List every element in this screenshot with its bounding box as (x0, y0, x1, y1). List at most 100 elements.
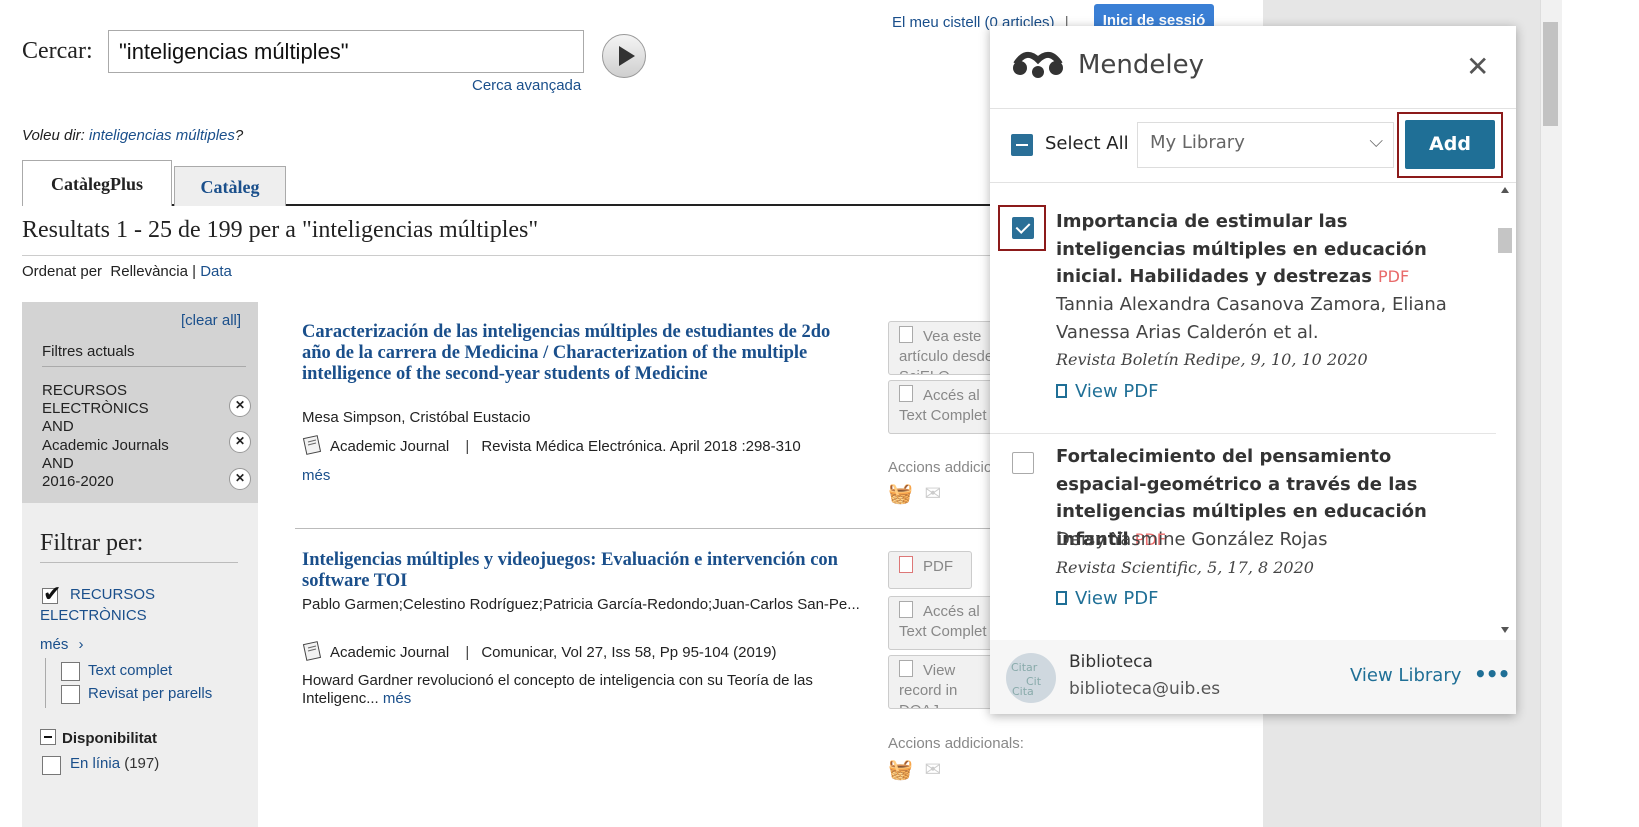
advanced-search-link[interactable]: Cerca avançada (472, 77, 581, 94)
add-button[interactable]: Add (1405, 120, 1495, 169)
result-source-separator: | (465, 438, 470, 455)
more-filters-label[interactable]: més (40, 636, 68, 653)
library-select[interactable]: My Library ⌵ (1137, 122, 1394, 168)
result-type: Academic Journal | Revista Médica Electró… (302, 435, 801, 455)
header-divider (990, 108, 1516, 109)
tab-underline (22, 204, 1022, 206)
result-type: Academic Journal | Comunicar, Vol 27, Iss… (302, 641, 777, 661)
result-more-link[interactable]: més (383, 690, 411, 707)
email-icon[interactable]: ✉ (924, 483, 941, 505)
tab-cataleg[interactable]: Catàleg (174, 166, 286, 206)
result-source-separator: | (465, 644, 470, 661)
pdf-label[interactable]: PDF (923, 558, 953, 575)
reference-authors: Tannia Alexandra Casanova Zamora, Eliana… (1056, 294, 1447, 343)
page-scrollbar-thumb[interactable] (1543, 22, 1558, 126)
close-icon[interactable]: ✕ (1466, 50, 1489, 83)
did-you-mean-prefix: Voleu dir: (22, 127, 85, 144)
sort-separator: | (192, 263, 197, 280)
pdf-file-icon (1056, 384, 1067, 398)
en-linia-label[interactable]: En línia (70, 755, 120, 772)
result-source: Revista Médica Electrónica. April 2018 :… (481, 438, 801, 455)
collapse-icon[interactable] (40, 729, 56, 745)
journal-icon (302, 435, 324, 455)
view-pdf-label[interactable]: View PDF (1075, 588, 1159, 609)
view-scielo-label[interactable]: Vea este artículo desde SciELO (899, 328, 993, 374)
search-input[interactable] (108, 30, 584, 73)
reference-list: Importancia de estimular las inteligenci… (990, 183, 1496, 637)
reference-divider (990, 433, 1496, 434)
filters-divider (42, 366, 246, 367)
mendeley-logo-icon (1013, 51, 1063, 78)
view-pdf-link[interactable]: View PDF (1056, 588, 1159, 609)
result-title-link[interactable]: Caracterización de las inteligencias múl… (302, 322, 862, 385)
search-go-button[interactable] (602, 34, 646, 78)
page-icon (899, 601, 913, 618)
result-abstract-text: Howard Gardner revolucionó el concepto d… (302, 672, 813, 707)
sort-current: Rellevància (110, 263, 188, 280)
view-library-link[interactable]: View Library (1350, 665, 1461, 686)
result-title-link[interactable]: Inteligencias múltiples y videojuegos: E… (302, 550, 862, 592)
remove-filter-icon[interactable]: ✕ (229, 468, 251, 490)
page-icon (899, 660, 913, 677)
text-complet-link[interactable]: Text complet (88, 662, 172, 679)
current-filters-title: Filtres actuals (42, 343, 135, 360)
result-more-link[interactable]: més (302, 467, 330, 484)
scroll-up-icon[interactable] (1501, 187, 1509, 193)
view-scielo-button[interactable]: Vea este artículo desde SciELO (888, 321, 998, 375)
remove-filter-icon[interactable]: ✕ (229, 431, 251, 453)
result-abstract: Howard Gardner revolucionó el concepto d… (302, 672, 862, 708)
user-email: biblioteca@uib.es (1069, 679, 1221, 699)
en-linia-count: (197) (124, 755, 160, 772)
did-you-mean-link[interactable]: inteligencias múltiples (89, 127, 235, 144)
avatar: Citar Cit Cita (1006, 653, 1056, 703)
text-complet-checkbox[interactable] (61, 662, 80, 681)
recursos-filter-link[interactable]: RECURSOS ELECTRÒNICS (40, 584, 180, 626)
result-divider (295, 528, 995, 529)
sort-label: Ordenat per (22, 263, 103, 280)
reference-checkbox[interactable] (1012, 452, 1034, 474)
view-pdf-link[interactable]: View PDF (1056, 381, 1159, 402)
reference-title-text: Importancia de estimular las inteligenci… (1056, 211, 1427, 287)
reference-journal: Revista Scientific, 5, 17, 8 2020 (1056, 558, 1314, 577)
more-filters-link[interactable]: més › (40, 636, 84, 653)
pdf-badge: PDF (1377, 267, 1410, 286)
page-icon (899, 326, 913, 343)
more-options-icon[interactable]: ••• (1474, 662, 1510, 686)
en-linia-link[interactable]: En línia (197) (70, 755, 159, 772)
current-filters-list: RECURSOS ELECTRÒNICS AND Academic Journa… (42, 382, 222, 491)
subfilter-guide-line (45, 658, 46, 708)
full-text-button[interactable]: Accés al Text Complet (888, 596, 998, 650)
doaj-button[interactable]: View record in DOAJ (888, 655, 998, 709)
result-type-label: Academic Journal (330, 644, 450, 661)
pdf-button[interactable]: PDF (888, 551, 972, 589)
view-pdf-label[interactable]: View PDF (1075, 381, 1159, 402)
remove-filter-icon[interactable]: ✕ (229, 395, 251, 417)
reference-checkbox[interactable] (1012, 217, 1034, 239)
list-scrollbar-thumb[interactable] (1498, 228, 1512, 253)
select-all-label[interactable]: Select All (1045, 133, 1129, 154)
select-all-checkbox[interactable] (1011, 134, 1033, 156)
chevron-down-icon: ⌵ (1369, 131, 1383, 152)
reference-title: Importancia de estimular las inteligenci… (1056, 208, 1456, 291)
filter-by-divider (40, 562, 238, 563)
full-text-button[interactable]: Accés al Text Complet (888, 380, 998, 434)
basket-icon[interactable]: 🧺 (888, 759, 913, 781)
tab-cataleg-plus[interactable]: CatàlegPlus (22, 160, 172, 206)
revisat-link[interactable]: Revisat per parells (88, 685, 212, 702)
email-icon[interactable]: ✉ (924, 759, 941, 781)
result-source: Comunicar, Vol 27, Iss 58, Pp 95-104 (20… (481, 644, 777, 661)
clear-all-link[interactable]: [clear all] (181, 312, 241, 329)
user-name: Biblioteca (1069, 652, 1153, 672)
revisat-checkbox[interactable] (61, 685, 80, 704)
result-actions: 🧺 ✉ (888, 481, 941, 506)
en-linia-checkbox[interactable] (42, 756, 61, 775)
sort-date-link[interactable]: Data (200, 263, 232, 280)
scroll-down-icon[interactable] (1501, 627, 1509, 633)
chevron-right-icon: › (78, 636, 84, 653)
basket-icon[interactable]: 🧺 (888, 483, 913, 505)
mendeley-panel: Mendeley ✕ Select All My Library ⌵ Add I… (990, 26, 1516, 714)
pdf-icon (899, 556, 913, 573)
list-scrollbar[interactable] (1498, 183, 1512, 637)
mendeley-footer: Citar Cit Cita Biblioteca biblioteca@uib.e… (990, 640, 1516, 714)
search-label: Cercar: (22, 38, 93, 64)
